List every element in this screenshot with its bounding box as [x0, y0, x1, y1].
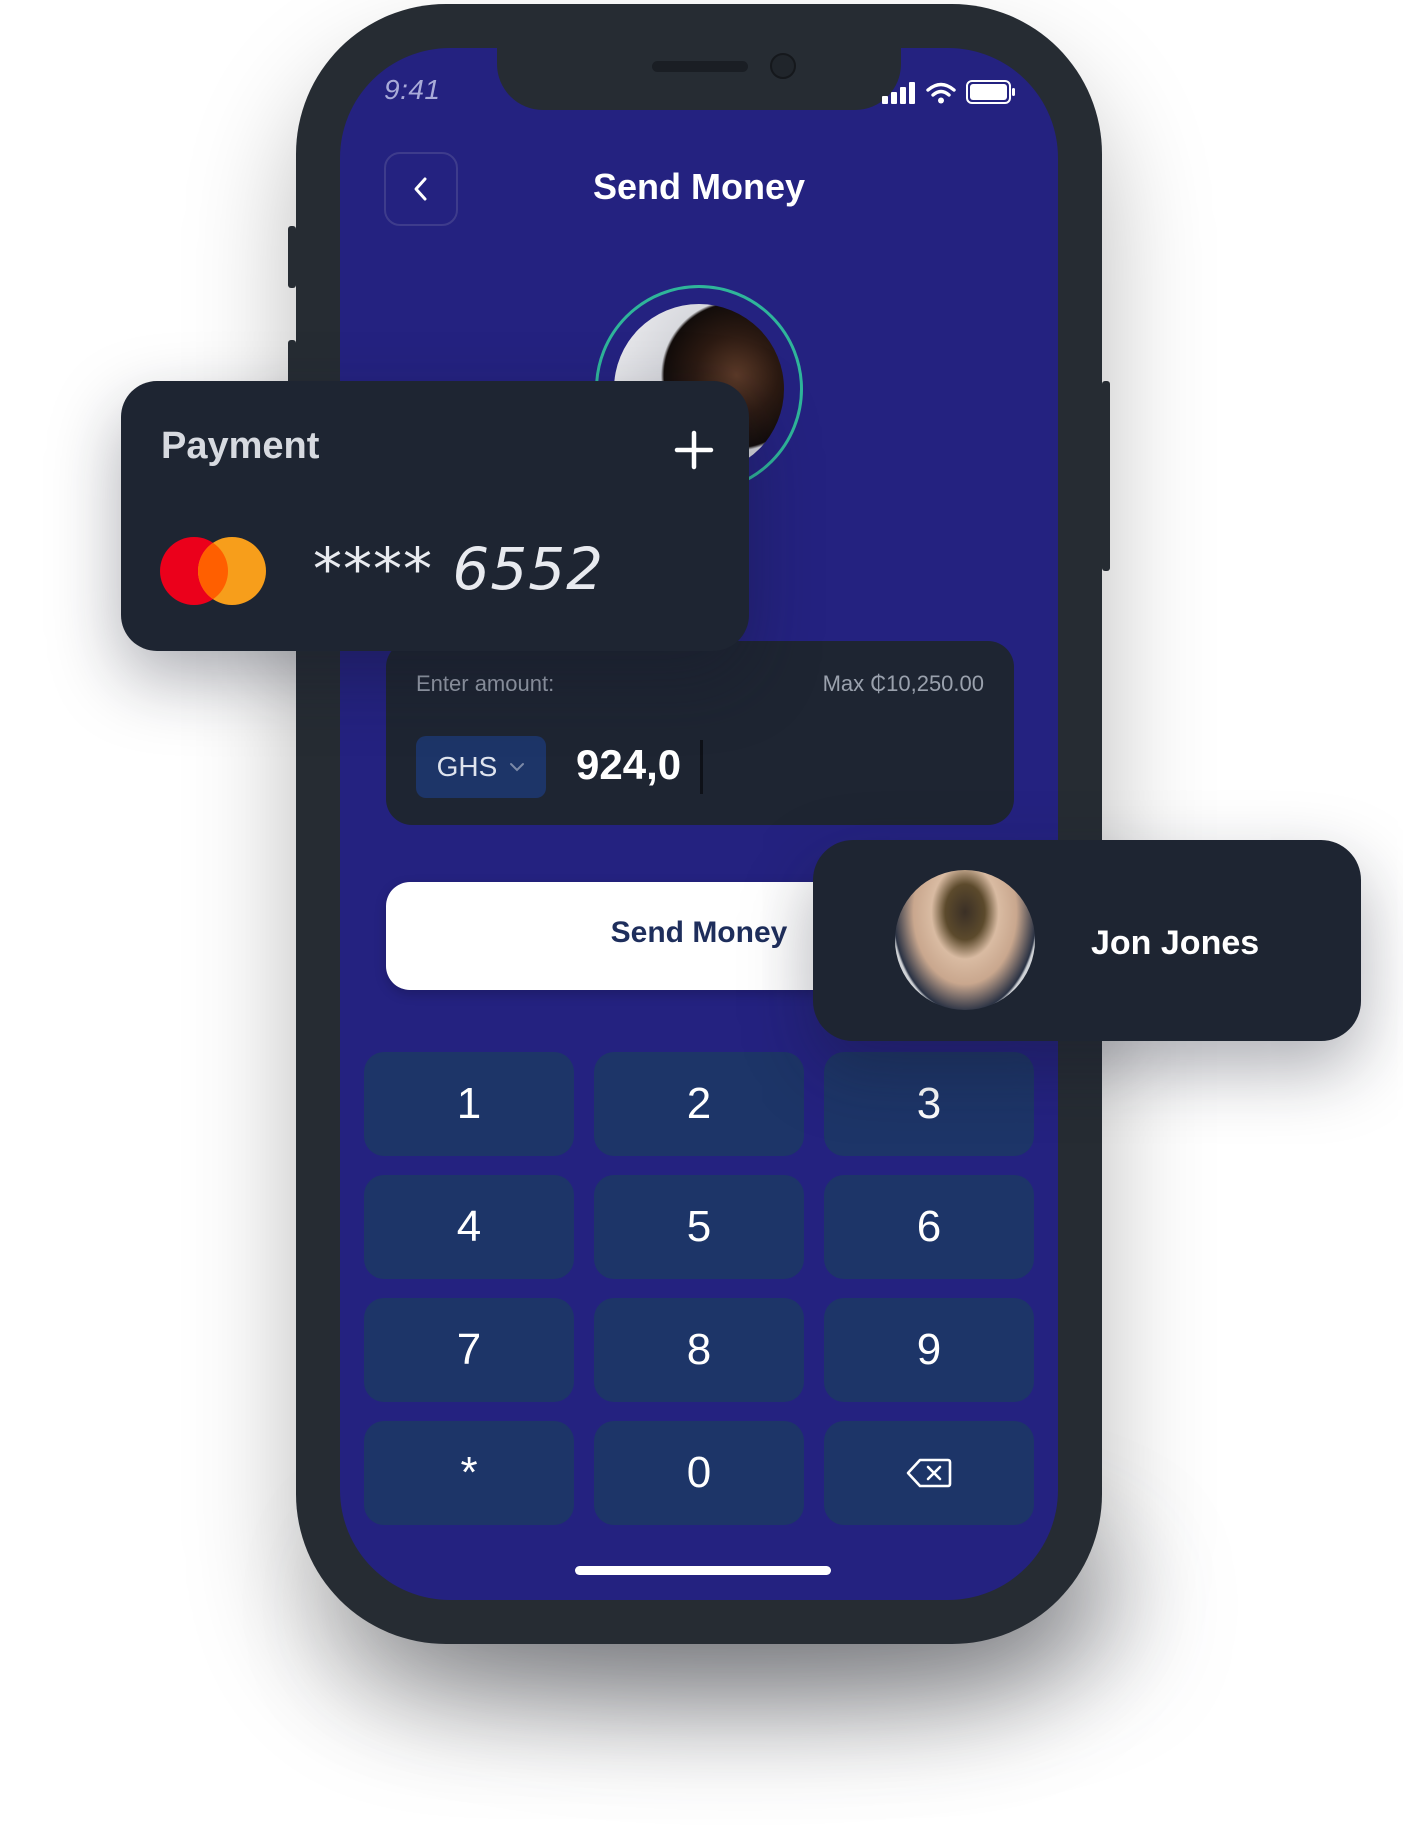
key-3[interactable]: 3 — [824, 1052, 1034, 1156]
home-indicator — [575, 1566, 831, 1575]
silent-switch — [288, 226, 296, 288]
contact-avatar — [895, 870, 1035, 1010]
amount-card: Enter amount: Max ₵10,250.00 GHS 924,0 — [386, 641, 1014, 825]
status-time: 9:41 — [384, 74, 441, 105]
payment-title: Payment — [161, 425, 320, 467]
key-7[interactable]: 7 — [364, 1298, 574, 1402]
amount-input[interactable]: 924,0 — [576, 741, 681, 789]
plus-icon[interactable] — [669, 425, 719, 475]
status-icons — [882, 80, 1016, 104]
signal-icon — [882, 82, 915, 104]
key-star[interactable]: * — [364, 1421, 574, 1525]
contact-name: Jon Jones — [1091, 924, 1260, 962]
amount-label: Enter amount: — [416, 671, 555, 696]
battery-icon — [966, 80, 1015, 104]
phone-frame: 9:41 Send Money Enter amount: Max ₵10,25… — [288, 4, 1110, 1644]
card-number: **** 6552 — [313, 535, 605, 603]
payment-card: Payment **** 6552 — [121, 381, 749, 651]
currency-value: GHS — [436, 751, 498, 782]
backspace-icon — [906, 1458, 952, 1488]
notch — [497, 48, 901, 110]
key-4[interactable]: 4 — [364, 1175, 574, 1279]
key-8[interactable]: 8 — [594, 1298, 804, 1402]
text-caret — [700, 740, 703, 794]
front-camera — [770, 53, 796, 79]
max-amount: Max ₵10,250.00 — [822, 671, 984, 696]
currency-dropdown[interactable]: GHS — [416, 736, 546, 798]
phone-screen: 9:41 Send Money Enter amount: Max ₵10,25… — [340, 48, 1058, 1600]
wifi-icon — [926, 82, 956, 104]
speaker — [652, 61, 748, 72]
chevron-down-icon — [510, 763, 525, 772]
key-0[interactable]: 0 — [594, 1421, 804, 1525]
contact-card[interactable]: Jon Jones — [813, 840, 1361, 1041]
key-2[interactable]: 2 — [594, 1052, 804, 1156]
key-5[interactable]: 5 — [594, 1175, 804, 1279]
key-6[interactable]: 6 — [824, 1175, 1034, 1279]
power-button — [1102, 381, 1110, 571]
key-9[interactable]: 9 — [824, 1298, 1034, 1402]
page-title: Send Money — [592, 166, 806, 207]
key-backspace[interactable] — [824, 1421, 1034, 1525]
key-1[interactable]: 1 — [364, 1052, 574, 1156]
